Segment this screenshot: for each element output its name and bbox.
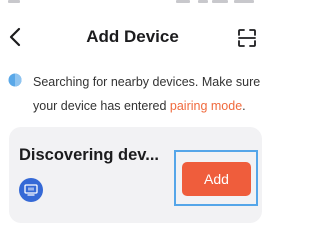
status-bar-fragment: [234, 0, 254, 3]
status-bar-fragment: [212, 0, 228, 3]
add-device-button[interactable]: Add: [182, 162, 251, 196]
search-info-text: Searching for nearby devices. Make sure …: [33, 70, 265, 118]
status-bar-fragment: [198, 0, 208, 3]
status-bar-fragment: [176, 0, 190, 3]
device-name: Discovering dev...: [19, 146, 159, 164]
status-bar-fragment: [8, 0, 20, 3]
pairing-mode-link[interactable]: pairing mode: [170, 99, 242, 113]
info-dot-icon: [8, 73, 22, 87]
device-icon: [19, 178, 43, 202]
monitor-icon: [24, 184, 38, 196]
page-title: Add Device: [86, 27, 179, 46]
scan-icon: [238, 29, 256, 47]
scan-button[interactable]: [237, 28, 257, 48]
add-button-highlight: Add: [174, 150, 258, 206]
discovered-device-card: Discovering dev... Add: [9, 127, 262, 223]
status-bar: [0, 0, 265, 12]
search-info-suffix: .: [242, 99, 246, 113]
